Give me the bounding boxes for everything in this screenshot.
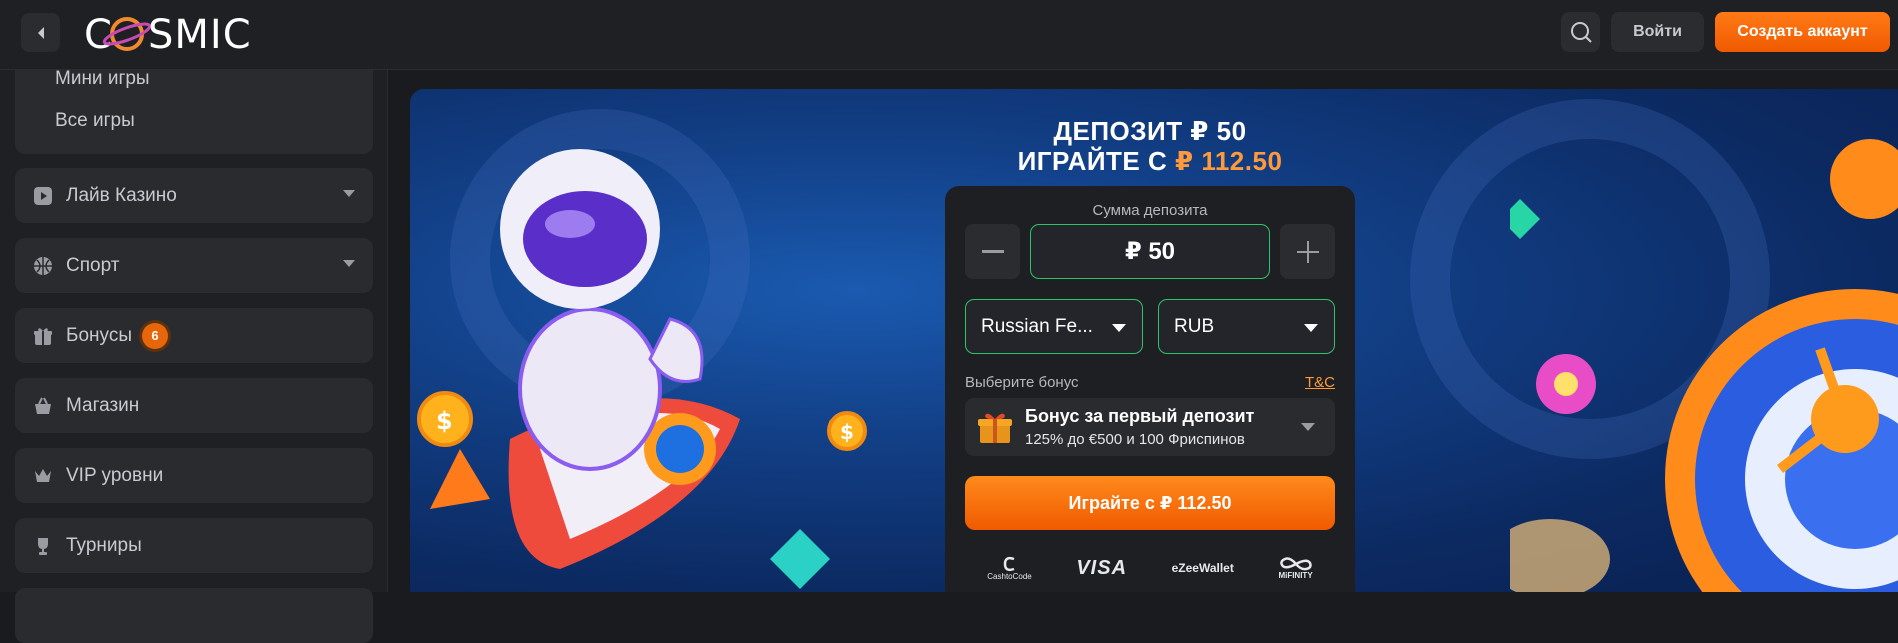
chevron-left-icon xyxy=(37,26,44,39)
sidebar-item-mini-games[interactable]: Мини игры xyxy=(55,68,150,90)
svg-text:SMIC: SMIC xyxy=(148,12,252,56)
sidebar-item-all-games[interactable]: Все игры xyxy=(55,110,135,132)
sidebar-item-live-casino[interactable]: Лайв Казино xyxy=(15,168,373,223)
country-select[interactable]: Russian Fe... xyxy=(965,299,1143,354)
bonus-select[interactable]: Бонус за первый депозит 125% до €500 и 1… xyxy=(965,398,1335,456)
sidebar-item-label: VIP уровни xyxy=(66,464,164,486)
games-submenu: Мини игры Все игры xyxy=(15,68,373,154)
deposit-amount-input[interactable]: ₽ 50 xyxy=(1030,224,1270,279)
chevron-down-icon xyxy=(1304,324,1318,332)
headline-amount: ₽ 112.50 xyxy=(1175,146,1283,176)
svg-text:$: $ xyxy=(436,407,453,435)
sidebar-item-next[interactable] xyxy=(15,588,373,643)
visa-logo: VISA xyxy=(1076,556,1128,579)
terms-link[interactable]: T&C xyxy=(1305,374,1335,391)
deposit-amount-label: Сумма депозита xyxy=(1092,202,1208,219)
gift-box-icon xyxy=(978,413,1012,443)
chevron-down-icon xyxy=(343,190,355,197)
minus-icon xyxy=(981,249,1004,253)
sidebar-item-vip[interactable]: VIP уровни xyxy=(15,448,373,503)
plus-icon xyxy=(1296,240,1319,263)
sidebar-item-label: Лайв Казино xyxy=(66,184,177,206)
headline-prefix: ИГРАЙТЕ С xyxy=(1017,146,1175,176)
svg-text:$: $ xyxy=(840,420,854,444)
collapse-sidebar-button[interactable] xyxy=(21,13,60,52)
choose-bonus-label: Выберите бонус xyxy=(965,374,1079,391)
deposit-panel: Сумма депозита ₽ 50 Russian Fe... RUB Вы… xyxy=(945,186,1355,592)
svg-text:C: C xyxy=(84,12,113,56)
sidebar-item-label: Магазин xyxy=(66,394,140,416)
currency-select[interactable]: RUB xyxy=(1158,299,1335,354)
coin-icon: $ xyxy=(827,411,867,451)
search-icon xyxy=(1570,22,1592,43)
payment-methods: CashtoCode VISA eZeeWallet MiFINITY xyxy=(965,550,1335,586)
mifinity-logo: MiFINITY xyxy=(1278,556,1313,580)
astronaut-rocket-illustration: $ xyxy=(417,149,830,589)
cosmic-logo[interactable]: C SMIC xyxy=(84,9,274,57)
signup-button[interactable]: Создать аккаунт xyxy=(1715,12,1890,52)
sidebar-item-sport[interactable]: Спорт xyxy=(15,238,373,293)
gift-icon xyxy=(32,325,54,347)
sidebar-item-shop[interactable]: Магазин xyxy=(15,378,373,433)
sidebar-item-bonuses[interactable]: Бонусы 6 xyxy=(15,308,373,363)
sidebar-item-label: Бонусы xyxy=(66,324,132,346)
increase-amount-button[interactable] xyxy=(1280,224,1335,279)
chevron-down-icon xyxy=(1301,423,1315,431)
sidebar-item-label: Спорт xyxy=(66,254,120,276)
shop-basket-icon xyxy=(32,395,54,417)
country-select-value: Russian Fe... xyxy=(981,315,1093,337)
trophy-icon xyxy=(32,535,54,557)
sport-ball-icon xyxy=(32,255,54,277)
bonus-count-badge: 6 xyxy=(141,322,168,349)
roulette-illustration xyxy=(1510,139,1898,592)
decrease-amount-button[interactable] xyxy=(965,224,1020,279)
sidebar-item-tournaments[interactable]: Турниры xyxy=(15,518,373,573)
ezeewallet-logo: eZeeWallet xyxy=(1171,561,1234,575)
live-casino-icon xyxy=(32,185,54,207)
headline-line-2: ИГРАЙТЕ С ₽ 112.50 xyxy=(960,146,1340,176)
promo-headline: ДЕПОЗИТ ₽ 50 ИГРАЙТЕ С ₽ 112.50 xyxy=(960,116,1340,176)
sidebar-item-label: Турниры xyxy=(66,534,142,556)
top-header: C SMIC Войти Создать аккаунт xyxy=(0,0,1898,70)
chevron-down-icon xyxy=(343,260,355,267)
cashtocode-logo: CashtoCode xyxy=(987,556,1032,581)
headline-line-1: ДЕПОЗИТ ₽ 50 xyxy=(1053,116,1247,146)
bonus-description: 125% до €500 и 100 Фриспинов xyxy=(1025,431,1245,448)
search-button[interactable] xyxy=(1561,12,1600,52)
play-deposit-button[interactable]: Играйте с ₽ 112.50 xyxy=(965,476,1335,530)
bonus-title: Бонус за первый депозит xyxy=(1025,406,1255,426)
currency-select-value: RUB xyxy=(1174,315,1215,337)
login-button[interactable]: Войти xyxy=(1611,12,1704,52)
sidebar: Мини игры Все игры Лайв Казино Спорт Бон… xyxy=(0,68,388,643)
crown-icon xyxy=(32,465,54,487)
chevron-down-icon xyxy=(1112,324,1126,332)
